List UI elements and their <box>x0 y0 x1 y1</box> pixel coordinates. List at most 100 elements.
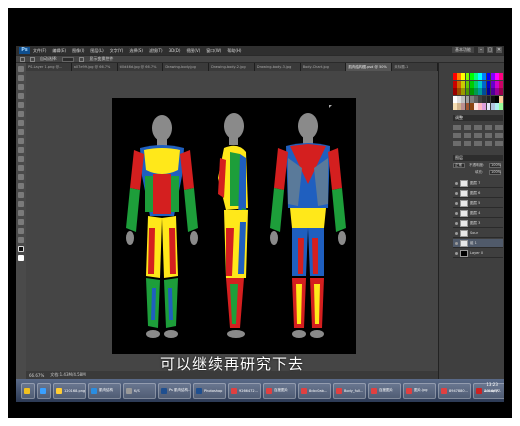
taskbar-button[interactable]: 图片.jpg <box>403 382 436 399</box>
color-swatch[interactable] <box>461 88 466 95</box>
auto-select-checkbox[interactable] <box>30 56 35 62</box>
color-swatch[interactable] <box>499 73 503 80</box>
color-swatch[interactable] <box>457 73 461 80</box>
taskbar-button[interactable]: 肌肉结构 <box>88 382 121 399</box>
crop-tool-icon[interactable] <box>18 102 24 108</box>
taskbar-button[interactable]: Photoshop <box>193 382 226 399</box>
menu-filter[interactable]: 滤镜(T) <box>149 48 163 54</box>
blur-tool-icon[interactable] <box>18 174 24 180</box>
taskbar-button[interactable] <box>21 382 35 399</box>
show-transform-checkbox[interactable] <box>79 56 85 62</box>
color-swatch[interactable] <box>478 88 482 95</box>
vibrance-icon[interactable] <box>495 125 503 130</box>
swatches-panel[interactable] <box>453 73 503 110</box>
close-icon[interactable]: ✕ <box>496 47 502 53</box>
eyedropper-tool-icon[interactable] <box>18 111 24 117</box>
color-swatch[interactable] <box>453 73 457 80</box>
color-swatch[interactable] <box>478 80 482 88</box>
layer-row[interactable]: 图层 4 <box>453 209 503 218</box>
document-tab[interactable]: Drawing-body-3.jpg <box>254 63 301 71</box>
layer-row[interactable]: 图层 7 <box>453 179 503 188</box>
dodge-tool-icon[interactable] <box>18 183 24 189</box>
visibility-eye-icon[interactable] <box>455 251 458 255</box>
color-swatch[interactable] <box>461 80 466 88</box>
color-swatch[interactable] <box>453 80 457 88</box>
levels-icon[interactable] <box>463 125 472 130</box>
document-tab[interactable]: a07e99.jpg @ 66.7% <box>71 63 118 71</box>
taskbar-button[interactable]: Body_full... <box>333 382 366 399</box>
color-swatch[interactable] <box>457 95 461 103</box>
path-select-tool-icon[interactable] <box>18 210 24 216</box>
background-color-swatch[interactable] <box>18 255 24 261</box>
color-swatch[interactable] <box>499 88 503 95</box>
hand-tool-icon[interactable] <box>18 228 24 234</box>
color-swatch[interactable] <box>478 103 482 110</box>
color-swatch[interactable] <box>490 103 495 110</box>
layer-row[interactable]: 图层 3 <box>453 219 503 228</box>
lasso-tool-icon[interactable] <box>18 84 24 90</box>
zoom-level[interactable]: 66.67% <box>29 373 44 378</box>
gradient-map-icon[interactable] <box>484 141 493 146</box>
color-swatch[interactable] <box>482 80 487 88</box>
color-swatch[interactable] <box>490 80 495 88</box>
gradient-tool-icon[interactable] <box>18 165 24 171</box>
brush-tool-icon[interactable] <box>18 129 24 135</box>
visibility-eye-icon[interactable] <box>455 191 458 195</box>
color-swatch[interactable] <box>478 73 482 80</box>
document-canvas[interactable] <box>112 98 356 354</box>
opacity-input[interactable]: 100% <box>489 163 501 168</box>
type-tool-icon[interactable] <box>18 201 24 207</box>
menu-type[interactable]: 文字(Y) <box>110 48 124 54</box>
document-tab[interactable]: Drawing-body.jpg <box>163 63 210 71</box>
color-swatch[interactable] <box>482 95 487 103</box>
hue-saturation-icon[interactable] <box>453 133 461 138</box>
visibility-eye-icon[interactable] <box>455 181 458 185</box>
color-swatch[interactable] <box>490 73 495 80</box>
menu-image[interactable]: 图像(I) <box>72 48 84 54</box>
eraser-tool-icon[interactable] <box>18 156 24 162</box>
adjustments-panel-header[interactable]: 调整 <box>453 115 503 121</box>
taskbar-button[interactable]: 8947880... <box>438 382 471 399</box>
move-tool-icon[interactable] <box>20 56 25 62</box>
color-swatch[interactable] <box>465 73 470 80</box>
layer-row[interactable]: Sour <box>453 229 503 238</box>
visibility-eye-icon[interactable] <box>455 211 458 215</box>
system-clock[interactable]: 13:23 2014/8/7 <box>484 382 500 394</box>
menu-help[interactable]: 帮助(H) <box>227 48 241 54</box>
foreground-color-swatch[interactable] <box>18 246 24 252</box>
color-swatch[interactable] <box>490 88 495 95</box>
menu-select[interactable]: 选择(S) <box>129 48 143 54</box>
color-swatch[interactable] <box>465 88 470 95</box>
color-swatch[interactable] <box>465 95 470 103</box>
color-swatch[interactable] <box>490 95 495 103</box>
menu-edit[interactable]: 编辑(E) <box>52 48 66 54</box>
color-swatch[interactable] <box>482 88 487 95</box>
color-swatch[interactable] <box>453 88 457 95</box>
quick-select-tool-icon[interactable] <box>18 93 24 99</box>
blend-mode-select[interactable]: 正常 <box>453 163 465 168</box>
color-swatch[interactable] <box>469 88 474 95</box>
color-swatch[interactable] <box>469 103 474 110</box>
color-swatch[interactable] <box>474 80 478 88</box>
auto-select-dropdown[interactable] <box>62 56 75 62</box>
color-swatch[interactable] <box>469 80 474 88</box>
maximize-icon[interactable]: ▢ <box>487 47 493 53</box>
layer-row[interactable]: 组 1 <box>453 239 503 248</box>
photo-filter-icon[interactable] <box>484 133 493 138</box>
channel-mixer-icon[interactable] <box>495 133 503 138</box>
color-swatch[interactable] <box>482 73 487 80</box>
shape-tool-icon[interactable] <box>18 219 24 225</box>
color-swatch[interactable] <box>469 95 474 103</box>
color-swatch[interactable] <box>474 103 478 110</box>
taskbar-button[interactable]: 百度图片 <box>263 382 296 399</box>
menu-window[interactable]: 窗口(W) <box>206 48 221 54</box>
color-swatch[interactable] <box>495 88 499 95</box>
color-swatch[interactable] <box>474 73 478 80</box>
color-swatch[interactable] <box>499 95 503 103</box>
color-swatch[interactable] <box>453 95 457 103</box>
color-swatch[interactable] <box>461 103 466 110</box>
color-swatch[interactable] <box>486 73 491 80</box>
visibility-eye-icon[interactable] <box>455 241 458 245</box>
taskbar-button[interactable]: 9266472... <box>228 382 261 399</box>
menu-layer[interactable]: 图层(L) <box>90 48 103 54</box>
